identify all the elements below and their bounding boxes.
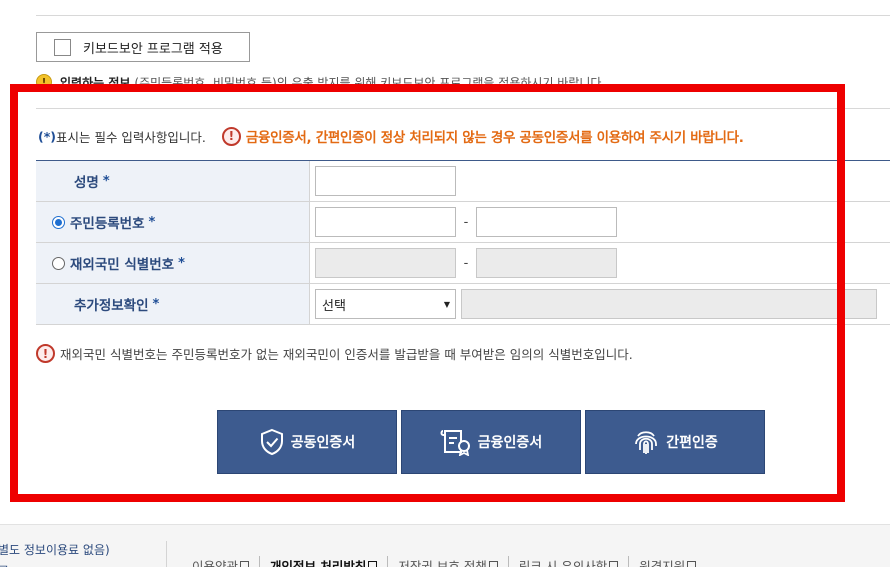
fingerprint-icon xyxy=(635,431,658,454)
certificate-icon xyxy=(440,430,470,456)
footer-separator xyxy=(387,556,389,567)
footer-link-copyright[interactable]: 저작권 보호 정책 xyxy=(398,556,498,567)
info-note-text: 재외국민 식별번호는 주민등록번호가 없는 재외국민이 인증서를 발급받을 때 … xyxy=(60,347,633,362)
required-mark: * xyxy=(178,255,185,271)
footer-left-text: 별도 정보이용료 없음) xyxy=(0,543,110,557)
identity-form: 성명 * 주민등록번호 * - 재외국민 식별번호 * - 추가정보확인 * 선… xyxy=(36,160,890,325)
footer-separator xyxy=(507,556,509,567)
notice-text: (주민등록번호, 비밀번호 등)의 유출 방지를 위해 키보드보안 프로그램을 … xyxy=(134,75,606,90)
rrn-front-input[interactable] xyxy=(315,207,456,237)
rrn-back-input[interactable] xyxy=(476,207,617,237)
footer-separator xyxy=(628,556,630,567)
foreign-id-back-input[interactable] xyxy=(476,248,617,278)
dash-separator: - xyxy=(463,214,469,230)
financial-certificate-label: 금융인증서 xyxy=(477,435,543,451)
extra-info-input[interactable] xyxy=(461,289,877,319)
form-row-name: 성명 * xyxy=(36,161,890,202)
required-note: (*) 표시는 필수 입력사항입니다. ! 금융인증서, 간편인증이 정상 처리… xyxy=(38,126,744,146)
keyboard-security-notice: ! 입력하는 정보 (주민등록번호, 비밀번호 등)의 유출 방지를 위해 키보… xyxy=(36,74,856,90)
footer-link-link-policy[interactable]: 링크 시 유의사항 xyxy=(519,556,619,567)
footer-left-text-2: 구 xyxy=(0,562,9,567)
info-warning-icon: ! xyxy=(36,344,55,363)
foreign-id-field-cell: - xyxy=(310,243,890,283)
simple-auth-button[interactable]: 간편인증 xyxy=(585,410,765,474)
footer-link-remote-support[interactable]: 원격지원 xyxy=(639,556,697,567)
foreign-id-radio[interactable] xyxy=(52,256,65,270)
foreign-id-label-text: 재외국민 식별번호 xyxy=(70,257,175,273)
rrn-field-cell: - xyxy=(310,202,890,242)
extra-info-select-value: 선택 xyxy=(322,298,346,314)
external-link-icon xyxy=(240,561,250,567)
footer-link-terms[interactable]: 이용약관 xyxy=(192,556,250,567)
external-link-icon xyxy=(687,561,697,567)
joint-certificate-button[interactable]: 공동인증서 xyxy=(217,410,397,474)
name-field-cell xyxy=(310,161,890,201)
keyboard-security-toggle[interactable]: 키보드보안 프로그램 적용 xyxy=(36,32,250,62)
extra-info-label-text: 추가정보확인 xyxy=(74,298,149,314)
rrn-label-text: 주민등록번호 xyxy=(70,216,145,232)
form-row-foreign-id: 재외국민 식별번호 * - xyxy=(36,243,890,284)
financial-certificate-button[interactable]: 금융인증서 xyxy=(401,410,581,474)
rrn-label: 주민등록번호 * xyxy=(36,202,310,242)
joint-certificate-label: 공동인증서 xyxy=(290,435,356,451)
required-mark: * xyxy=(102,173,110,189)
footer: 별도 정보이용료 없음) 구 이용약관 개인정보 처리방침 저작권 보호 정책 … xyxy=(0,524,890,567)
required-mark: * xyxy=(152,296,160,312)
foreign-id-label: 재외국민 식별번호 * xyxy=(36,243,310,283)
required-text: 표시는 필수 입력사항입니다. xyxy=(55,129,206,145)
auth-button-group: 공동인증서 금융인증서 간편인증 xyxy=(217,410,765,474)
foreign-id-info: ! 재외국민 식별번호는 주민등록번호가 없는 재외국민이 인증서를 발급받을 … xyxy=(36,344,633,363)
keyboard-security-label: 키보드보안 프로그램 적용 xyxy=(83,41,223,57)
footer-separator xyxy=(259,556,261,567)
extra-info-field-cell: 선택 ▼ xyxy=(310,284,890,324)
external-link-icon xyxy=(488,561,498,567)
form-row-rrn: 주민등록번호 * - xyxy=(36,202,890,243)
section-divider xyxy=(36,108,890,109)
external-link-icon xyxy=(609,561,619,567)
name-label-text: 성명 xyxy=(74,175,99,191)
checkbox-icon[interactable] xyxy=(54,38,71,56)
certificate-warning-text: 금융인증서, 간편인증이 정상 처리되지 않는 경우 공동인증서를 이용하여 주… xyxy=(245,130,744,146)
required-mark: * xyxy=(148,214,156,230)
rrn-radio[interactable] xyxy=(52,215,65,229)
required-star: (*) xyxy=(38,128,56,144)
footer-links: 이용약관 개인정보 처리방침 저작권 보호 정책 링크 시 유의사항 원격지원 xyxy=(192,556,697,567)
warning-yellow-icon: ! xyxy=(36,74,52,90)
top-divider xyxy=(36,15,890,16)
footer-link-privacy[interactable]: 개인정보 처리방침 xyxy=(270,556,378,567)
warning-icon: ! xyxy=(221,126,241,146)
simple-auth-label: 간편인증 xyxy=(666,435,718,451)
page: 키보드보안 프로그램 적용 ! 입력하는 정보 (주민등록번호, 비밀번호 등)… xyxy=(0,0,890,567)
form-row-extra-info: 추가정보확인 * 선택 ▼ xyxy=(36,284,890,325)
chevron-down-icon: ▼ xyxy=(443,299,450,309)
shield-check-icon xyxy=(260,428,283,456)
external-link-icon xyxy=(368,561,378,567)
name-input[interactable] xyxy=(315,166,456,196)
notice-bold: 입력하는 정보 xyxy=(60,75,131,90)
dash-separator: - xyxy=(463,255,469,271)
foreign-id-front-input[interactable] xyxy=(315,248,456,278)
extra-info-label: 추가정보확인 * xyxy=(36,284,310,324)
extra-info-select[interactable]: 선택 ▼ xyxy=(315,289,456,319)
footer-divider xyxy=(166,541,167,567)
name-label: 성명 * xyxy=(36,161,310,201)
